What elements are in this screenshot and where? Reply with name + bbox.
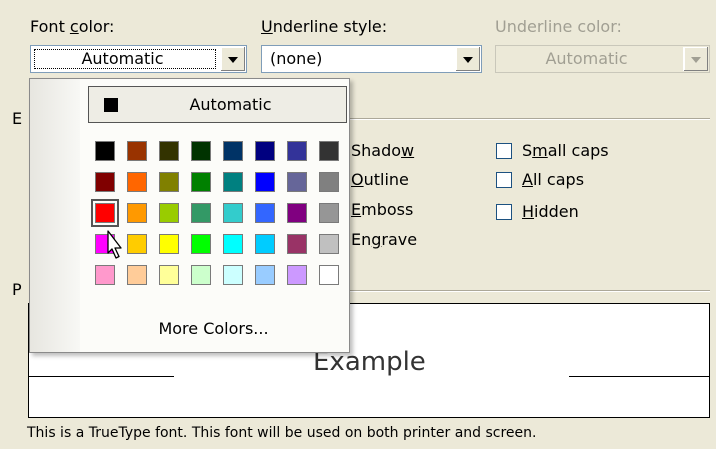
color-swatch[interactable] (287, 234, 307, 254)
color-swatch[interactable] (127, 172, 147, 192)
color-swatch[interactable] (319, 265, 339, 285)
color-swatch[interactable] (159, 141, 179, 161)
underline-color-label: Underline color: (495, 17, 622, 36)
preview-group-label: P (12, 280, 22, 299)
chevron-down-icon (228, 57, 238, 63)
color-swatch[interactable] (319, 172, 339, 192)
color-swatch[interactable] (127, 141, 147, 161)
color-swatch[interactable] (191, 203, 211, 223)
color-swatch[interactable] (287, 172, 307, 192)
color-swatch[interactable] (127, 234, 147, 254)
small-caps-checkbox[interactable] (496, 143, 512, 159)
underline-style-label: Underline style: (261, 17, 388, 36)
color-swatch[interactable] (255, 234, 275, 254)
automatic-color-button[interactable]: Automatic (88, 86, 347, 123)
color-swatch[interactable] (223, 203, 243, 223)
underline-color-dropdown-button (683, 47, 708, 71)
automatic-color-label: Automatic (189, 95, 272, 114)
effects-group-label: E (12, 109, 23, 128)
color-swatch[interactable] (255, 172, 275, 192)
color-swatch[interactable] (223, 172, 243, 192)
preview-baseline-left (29, 376, 174, 377)
color-swatch[interactable] (159, 203, 179, 223)
preview-divider (350, 290, 710, 292)
color-swatch[interactable] (255, 265, 275, 285)
color-swatch[interactable] (319, 234, 339, 254)
all-caps-label[interactable]: All caps (522, 170, 584, 189)
color-swatch[interactable] (95, 141, 115, 161)
popup-sidebar (30, 79, 80, 352)
font-color-label: Font color: (30, 17, 115, 36)
underline-style-dropdown-button[interactable] (455, 47, 480, 71)
all-caps-checkbox[interactable] (496, 172, 512, 188)
hidden-checkbox[interactable] (496, 204, 512, 220)
color-swatch[interactable] (223, 141, 243, 161)
underline-style-dropdown[interactable]: (none) (261, 45, 482, 73)
underline-color-dropdown: Automatic (495, 45, 710, 73)
color-swatch[interactable] (287, 203, 307, 223)
hidden-label[interactable]: Hidden (522, 202, 579, 221)
chevron-down-icon (691, 57, 701, 63)
font-color-dropdown[interactable]: Automatic (30, 45, 247, 73)
color-swatch[interactable] (191, 265, 211, 285)
color-swatch[interactable] (319, 203, 339, 223)
color-swatch[interactable] (223, 265, 243, 285)
outline-label[interactable]: Outline (351, 170, 409, 189)
color-swatch[interactable] (95, 172, 115, 192)
color-swatch[interactable] (255, 203, 275, 223)
color-swatch[interactable] (127, 203, 147, 223)
color-swatch[interactable] (255, 141, 275, 161)
preview-baseline-right (569, 376, 709, 377)
color-swatch[interactable] (159, 172, 179, 192)
color-swatch[interactable] (159, 234, 179, 254)
color-swatch[interactable] (127, 265, 147, 285)
emboss-label[interactable]: Emboss (351, 200, 413, 219)
small-caps-label[interactable]: Small caps (522, 141, 609, 160)
underline-style-value: (none) (270, 49, 323, 68)
more-colors-button[interactable]: More Colors... (88, 319, 339, 338)
color-swatch[interactable] (159, 265, 179, 285)
color-swatch[interactable] (287, 141, 307, 161)
font-color-popup: Automatic More Colors... (29, 78, 350, 353)
underline-color-value: Automatic (545, 49, 628, 68)
color-swatch[interactable] (287, 265, 307, 285)
color-swatch[interactable] (95, 265, 115, 285)
color-swatch[interactable] (191, 172, 211, 192)
chevron-down-icon (463, 57, 473, 63)
color-swatch[interactable] (191, 141, 211, 161)
mouse-pointer-icon (106, 230, 122, 259)
color-swatch[interactable] (91, 199, 119, 227)
color-swatch[interactable] (191, 234, 211, 254)
font-info-text: This is a TrueType font. This font will … (27, 425, 537, 441)
font-color-dropdown-button[interactable] (220, 47, 245, 71)
engrave-label[interactable]: Engrave (351, 230, 417, 249)
font-color-value: Automatic (81, 49, 164, 68)
color-swatch[interactable] (319, 141, 339, 161)
effects-divider (350, 118, 710, 120)
shadow-label[interactable]: Shadow (351, 141, 414, 160)
color-swatch[interactable] (223, 234, 243, 254)
